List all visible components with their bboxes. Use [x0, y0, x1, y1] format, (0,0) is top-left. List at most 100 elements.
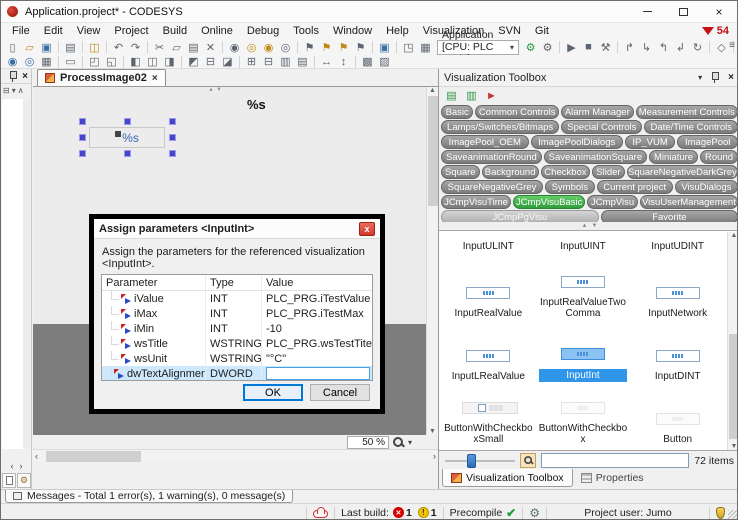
parameter-value[interactable]: PLC_PRG.wsTestTitel: [266, 338, 372, 350]
menu-view[interactable]: View: [70, 23, 108, 39]
bookmark-prev-icon[interactable]: ⚑: [335, 40, 352, 55]
separator[interactable]: [144, 40, 151, 55]
category-symbols[interactable]: Symbols: [545, 180, 595, 194]
category-special-controls[interactable]: Special Controls: [561, 120, 642, 134]
separator[interactable]: [311, 54, 318, 69]
tab-visualization-toolbox[interactable]: Visualization Toolbox: [442, 469, 573, 487]
parameter-value[interactable]: PLC_PRG.iTestMax: [266, 308, 364, 320]
scroll-up-icon[interactable]: ▲: [731, 232, 738, 239]
item-input-udint[interactable]: InputUDINT: [630, 233, 725, 259]
category-saveanimationround[interactable]: SaveanimationRound: [441, 150, 542, 164]
export-items-icon[interactable]: ▤: [443, 88, 460, 103]
find-next-icon[interactable]: ◉: [260, 40, 277, 55]
item-input-lrealvalue[interactable]: InputLRealValue: [441, 322, 536, 385]
same-width-icon[interactable]: ↔: [318, 54, 335, 69]
package-icon[interactable]: ◫: [86, 40, 103, 55]
separator[interactable]: [614, 40, 621, 55]
item-button[interactable]: Button: [630, 385, 725, 448]
editor-horizontal-scrollbar[interactable]: ‹ ›: [33, 449, 438, 462]
category-jcmpvisutime[interactable]: JCmpVisuTime: [441, 195, 511, 209]
separator[interactable]: [55, 40, 62, 55]
menu-window[interactable]: Window: [326, 23, 379, 39]
paste-icon[interactable]: ▤: [185, 40, 202, 55]
resize-handle[interactable]: [124, 118, 131, 125]
devices-tab[interactable]: ⚙: [17, 473, 31, 488]
library-manager-icon[interactable]: ◳: [400, 40, 417, 55]
resize-handle[interactable]: [124, 150, 131, 157]
parameter-value[interactable]: "°C": [266, 353, 286, 365]
color-map-icon[interactable]: ▦: [38, 54, 55, 69]
copy-icon[interactable]: ▱: [168, 40, 185, 55]
cloud-sync-icon[interactable]: [313, 510, 328, 518]
category-background[interactable]: Background: [482, 165, 539, 179]
separator[interactable]: [55, 54, 62, 69]
bookmark-toggle-icon[interactable]: ⚑: [301, 40, 318, 55]
collapse-all-icon[interactable]: ⊟: [3, 86, 10, 95]
category-common-controls[interactable]: Common Controls: [475, 105, 559, 119]
scroll-up-icon[interactable]: ▲: [429, 87, 436, 94]
separator[interactable]: [79, 54, 86, 69]
parameter-row[interactable]: wsUnit WSTRING "°C": [102, 351, 372, 366]
background-icon[interactable]: ▩: [359, 54, 376, 69]
reset-icon[interactable]: ⚒: [597, 40, 614, 55]
separator[interactable]: [352, 54, 359, 69]
item-buttonwithcheckbox-small[interactable]: ButtonWithCheckboxSmall: [441, 385, 536, 448]
cut-icon[interactable]: ✂: [151, 40, 168, 55]
cancel-button[interactable]: Cancel: [310, 384, 370, 401]
item-input-network[interactable]: InputNetwork: [630, 259, 725, 322]
slider-thumb[interactable]: [467, 454, 476, 468]
undo-icon[interactable]: ↶: [110, 40, 127, 55]
open-file-icon[interactable]: ▱: [21, 40, 38, 55]
bookmark-clear-icon[interactable]: ⚑: [352, 40, 369, 55]
logout-icon[interactable]: ⚙: [539, 40, 556, 55]
editor-vertical-scrollbar[interactable]: ▲ ▼: [426, 87, 438, 435]
redo-icon[interactable]: ↷: [127, 40, 144, 55]
category-imagepool-oem[interactable]: ImagePool_OEM: [441, 135, 529, 149]
scroll-down-icon[interactable]: ▼: [731, 443, 738, 450]
toolbar-overflow-icon[interactable]: ≡: [729, 40, 735, 51]
menu-help[interactable]: Help: [379, 23, 416, 39]
category-basic[interactable]: Basic: [441, 105, 473, 119]
category-squarenegativedarkgrey[interactable]: SquareNegativeDarkGrey: [627, 165, 738, 179]
save-all-icon[interactable]: ▣: [376, 40, 393, 55]
category-square[interactable]: Square: [441, 165, 480, 179]
select-tool-icon[interactable]: ◉: [4, 54, 21, 69]
selected-text-element[interactable]: %s: [89, 127, 165, 148]
nav-left-icon[interactable]: ‹: [11, 461, 14, 471]
scroll-up-icon[interactable]: ∧: [18, 86, 24, 95]
import-items-icon[interactable]: ▥: [463, 88, 480, 103]
align-center-icon[interactable]: ◫: [144, 54, 161, 69]
ungroup-icon[interactable]: ◱: [103, 54, 120, 69]
category-squarenegativegrey[interactable]: SquareNegativeGrey: [441, 180, 543, 194]
resize-handle[interactable]: [79, 150, 86, 157]
menu-git[interactable]: Git: [528, 23, 556, 39]
resize-handle[interactable]: [169, 134, 176, 141]
item-input-int[interactable]: InputInt: [536, 322, 631, 385]
messages-tab[interactable]: Messages - Total 1 error(s), 1 warning(s…: [5, 490, 293, 503]
active-application-combo[interactable]: Application [CPU: PLC Logic] ▾: [437, 40, 519, 55]
find-icon[interactable]: ◉: [226, 40, 243, 55]
parameter-value[interactable]: PLC_PRG.iTestValue: [266, 293, 370, 305]
toolbox-search-input[interactable]: [541, 453, 689, 468]
parameter-row[interactable]: dwTextAlignment DWORD: [102, 366, 372, 381]
category-date-time-controls[interactable]: Date/Time Controls: [644, 120, 738, 134]
start-icon[interactable]: ▶: [563, 40, 580, 55]
menu-edit[interactable]: Edit: [37, 23, 70, 39]
category-round[interactable]: Round: [700, 150, 738, 164]
category-lamps-switches-bitmaps[interactable]: Lamps/Switches/Bitmaps: [441, 120, 559, 134]
pin-icon[interactable]: [8, 70, 18, 83]
group-icon[interactable]: ◰: [86, 54, 103, 69]
close-button[interactable]: ×: [701, 1, 737, 23]
separator[interactable]: [294, 40, 301, 55]
parameter-row[interactable]: iMin INT -10: [102, 321, 372, 336]
zoom-dropdown-icon[interactable]: ▾: [408, 438, 412, 447]
step-out-icon[interactable]: ↰: [655, 40, 672, 55]
item-input-realvalue[interactable]: InputRealValue: [441, 259, 536, 322]
resize-handle[interactable]: [169, 118, 176, 125]
align-right-icon[interactable]: ◨: [161, 54, 178, 69]
frame-selection-icon[interactable]: ▭: [62, 54, 79, 69]
open-frame-icon[interactable]: ►: [483, 88, 500, 103]
stop-icon[interactable]: ■: [580, 40, 597, 55]
restart-icon[interactable]: ↻: [689, 40, 706, 55]
tab-close-icon[interactable]: ×: [152, 73, 158, 84]
